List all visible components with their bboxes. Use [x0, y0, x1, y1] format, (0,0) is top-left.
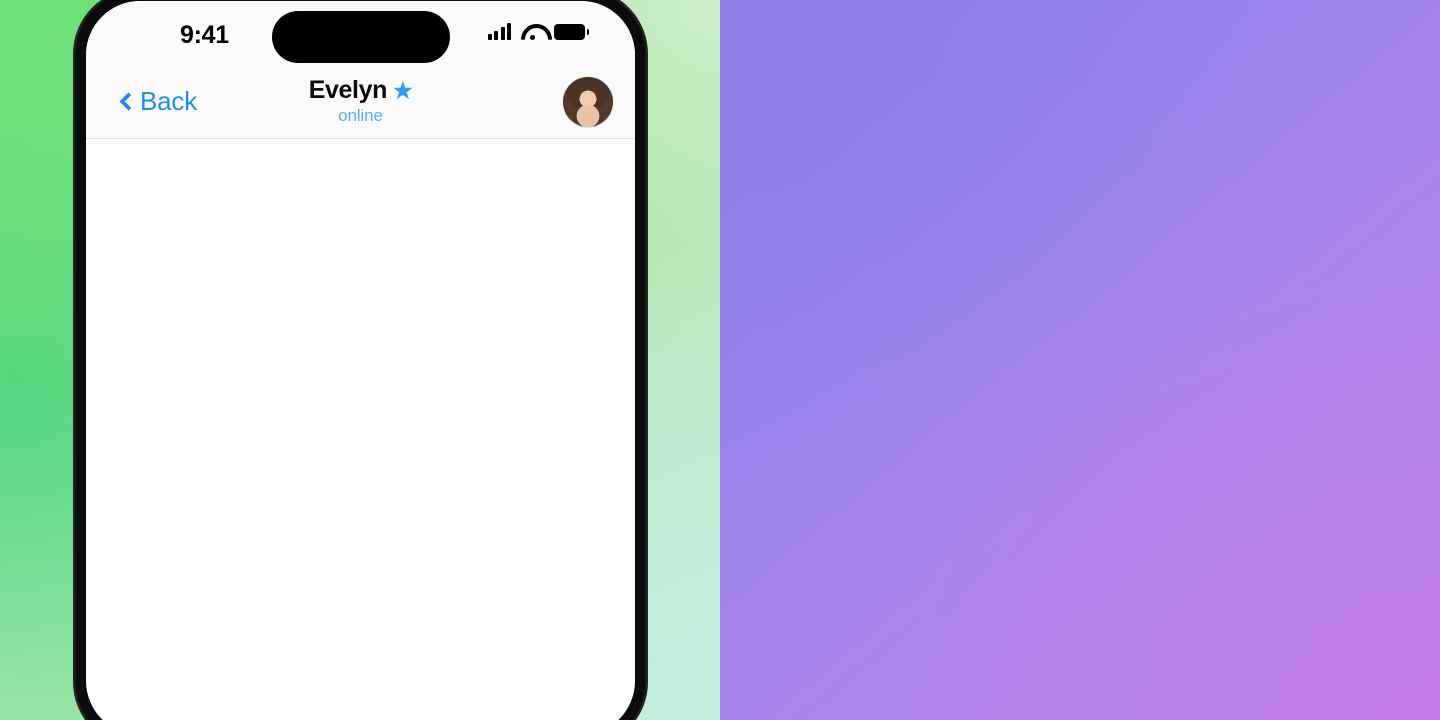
status-bar: 9:41: [86, 1, 635, 65]
back-button[interactable]: Back: [119, 86, 198, 117]
chat-title-block[interactable]: Evelyn ★ online: [308, 75, 413, 126]
dynamic-island: [271, 11, 450, 63]
left-phone-frame: 9:41 Back Evelyn ★ online: [73, 0, 648, 720]
verified-star-icon: ★: [392, 77, 413, 103]
left-showcase-panel: 9:41 Back Evelyn ★ online: [0, 0, 720, 720]
chat-subtitle: online: [338, 106, 383, 126]
battery-icon: [554, 23, 589, 40]
chat-title-text: Evelyn: [308, 75, 388, 104]
right-showcase-panel: 9:41 Back Sweet Bakery 🍰: [720, 0, 1440, 720]
status-bar-indicators: [487, 23, 589, 40]
back-button-label: Back: [140, 86, 198, 116]
evelyn-avatar[interactable]: [563, 76, 613, 127]
cellular-bars-icon: [487, 23, 511, 40]
left-phone-screen: 9:41 Back Evelyn ★ online: [86, 1, 635, 720]
chat-header: Back Evelyn ★ online: [86, 65, 635, 139]
chat-title: Evelyn ★: [308, 75, 413, 105]
chevron-left-icon: [119, 92, 138, 111]
wifi-icon: [521, 23, 544, 40]
